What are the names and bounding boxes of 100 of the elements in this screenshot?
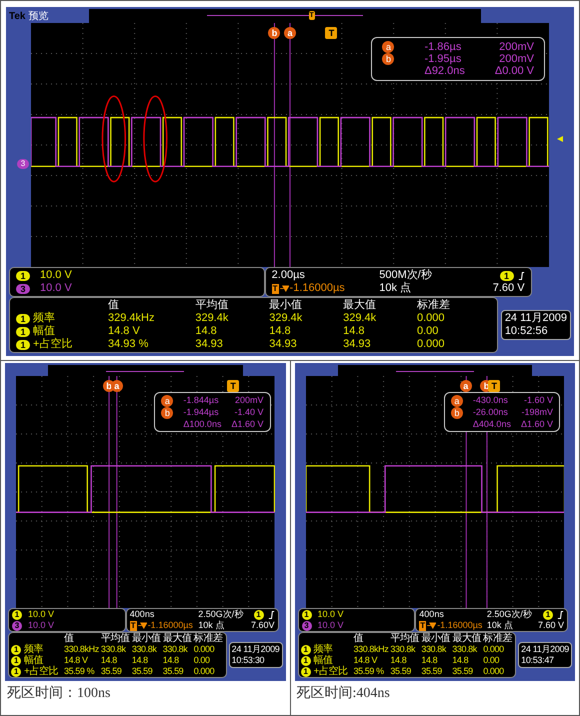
measurement-value: 0.000 [416,338,446,351]
channel-badge: 1 [16,340,30,350]
channel-scale: 10.0 V [318,609,344,620]
measurement-value: 330.8k [132,644,158,655]
channel-scale: 10.0 V [28,609,54,620]
rising-edge-icon [557,610,564,620]
channel-badge: 3 [16,284,30,294]
trigger-source-badge: 1 [543,610,553,620]
date-label: 24 11月2009 [521,644,569,655]
horizontal-scale: 400ns [419,609,445,620]
channel-badge: 1 [300,644,310,654]
measurement-value: 330.8k [100,644,127,655]
measurement-value: 35.59 % [64,666,96,677]
measurement-value: 0.00 [194,655,211,666]
cursor-time: -26.00ns [472,407,509,419]
measurement-value: 330.8k [162,644,189,655]
trigger-source-badge: 1 [254,610,264,620]
measurement-value: 35.59 [132,666,154,677]
column-header: 值 [354,633,364,644]
channel-scale: 10.0 V [318,620,344,631]
measurement-value: 34.93 [269,338,298,351]
channel-badge: 1 [302,610,312,620]
cursor-voltage: -1.40 V [233,407,264,419]
horizontal-scale: 400ns [130,609,156,620]
arrow-icon [280,285,289,292]
measurement-value: 0.000 [483,644,505,655]
record-length: 10k 点 [486,620,514,631]
cursor-voltage: 200mV [498,41,534,53]
column-header: 最小值 [132,633,162,644]
measurement-name: +占空比 [24,666,58,677]
measurement-value: 14.8 [343,325,366,338]
measurement-value: 330.8k [421,644,448,655]
measurement-value: 34.93 [343,338,372,351]
record-length: 10k 点 [379,282,412,295]
delta-voltage: Δ0.00 V [494,65,534,77]
measurement-value: 330.8kHz [354,644,390,655]
cursor-time: -430.0ns [472,395,509,407]
date-label: 24 11月2009 [232,644,280,655]
measurement-value: 35.59 % [354,666,385,677]
measurement-value: 35.59 [390,666,412,677]
channel-scale: 10.0 V [28,620,54,631]
cursor-time: -1.95µs [424,53,462,65]
measurement-value: 0.000 [483,666,505,677]
column-header: 平均值 [100,633,131,644]
sample-rate: 2.50G次/秒 [198,609,244,620]
measurement-value: 14.8 [162,655,180,666]
measurement-value: 35.59 [452,666,474,677]
date-label: 24 11月2009 [504,312,567,325]
measurement-value: 14.8 [269,325,292,338]
channel-badge: 1 [11,656,21,666]
measurement-name: 频率 [314,644,333,655]
measurement-value: 0.000 [416,312,446,325]
cursor-label: b [161,407,174,419]
rising-edge-icon [268,610,274,620]
cursor-voltage: -198mV [520,407,553,419]
measurement-value: 34.93 % [108,338,150,351]
sample-rate: 2.50G次/秒 [486,609,533,620]
measurement-value: 329.4k [343,312,378,325]
column-header: 值 [108,299,120,312]
measurement-value: 14.8 V [354,655,378,666]
channel-badge: 3 [302,620,312,630]
cursor-label: b [450,407,463,419]
measurement-name: 幅值 [314,655,333,666]
column-header: 值 [64,633,75,644]
figure-caption: 死区时间：100ns [6,684,112,703]
column-header: 最小值 [421,633,452,644]
trigger-level-arrow-icon [555,135,563,143]
column-header: 最小值 [269,299,304,312]
time-label: 10:52:56 [504,325,549,338]
figure-caption: 死区时间:404ns [296,684,391,703]
trigger-position: -1.16000µs [148,620,193,631]
cursor-marker: T [227,380,240,392]
delta-time: Δ404.0ns [472,419,511,429]
measurement-value: 0.00 [416,325,440,338]
horizontal-scale: 2.00µs [272,269,306,282]
measurement-value: 14.8 [390,655,408,666]
cursor-label: a [450,395,463,407]
channel-badge: 1 [16,270,30,280]
measurement-value: 14.8 [195,325,218,338]
measurement-value: 14.8 V [64,655,89,666]
delta-time: Δ100.0ns [183,419,222,429]
measurement-value: 0.000 [194,666,216,677]
measurement-value: 14.8 [421,655,438,666]
measurement-value: 35.59 [421,666,443,677]
trigger-position-badge: T [130,620,137,630]
sample-rate: 500M次/秒 [379,269,433,282]
cursor-time: -1.844µs [183,395,220,407]
measurement-name: 幅值 [33,325,55,338]
measurement-value: 329.4k [269,312,304,325]
cursor-label: a [382,41,394,53]
column-header: 最大值 [343,299,378,312]
rising-edge-icon [518,270,525,280]
cursor-marker: T [325,27,338,39]
trigger-level: 7.60 V [536,620,564,631]
column-header: 最大值 [162,633,193,644]
trigger-position-badge: T [419,620,426,630]
channel-scale: 10.0 V [40,282,72,295]
delta-time: Δ92.0ns [424,65,465,77]
cursor-voltage: 200mV [234,395,264,407]
trigger-level: 7.60 V [492,282,525,295]
